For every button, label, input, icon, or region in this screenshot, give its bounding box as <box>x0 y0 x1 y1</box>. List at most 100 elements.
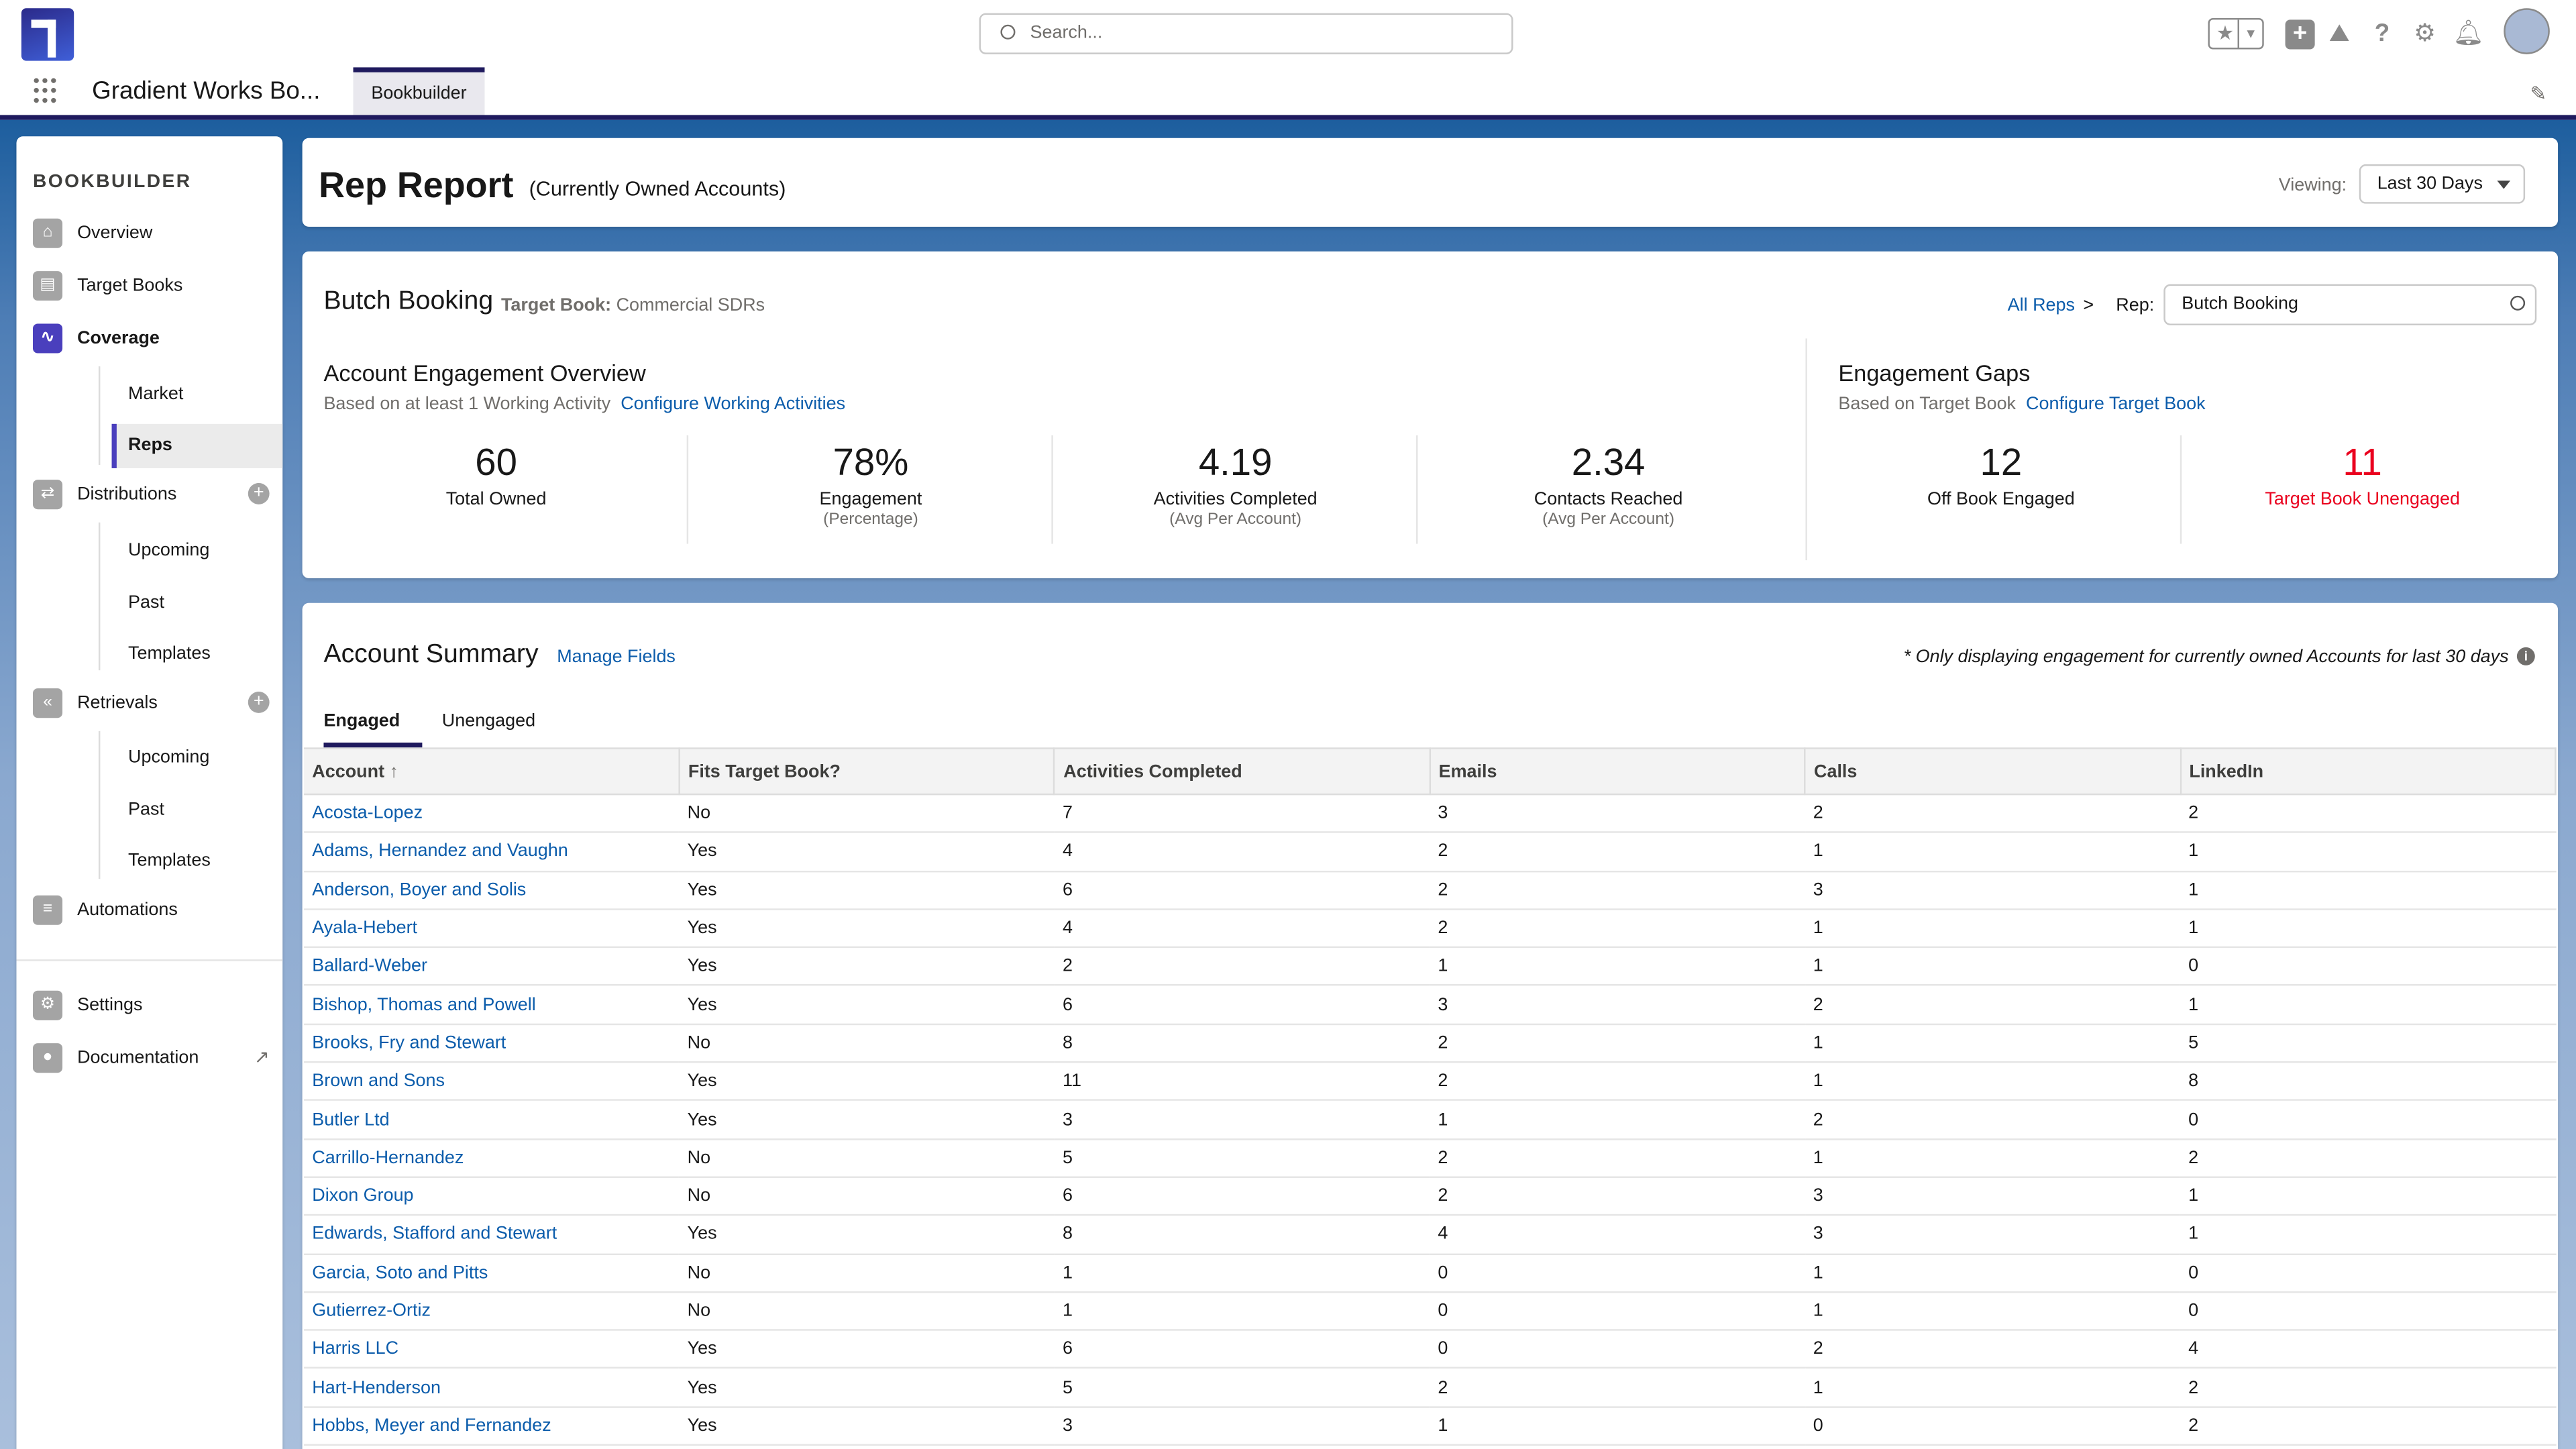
column-header[interactable]: Account ↑ <box>304 747 680 796</box>
account-link[interactable]: Harris LLC <box>304 1330 680 1370</box>
sidebar-item-reps[interactable]: Reps <box>111 423 283 468</box>
sidebar-item-dist-templates[interactable]: Templates <box>112 633 283 677</box>
label: Distributions <box>77 484 177 504</box>
add-icon[interactable]: + <box>2285 19 2315 50</box>
account-link[interactable]: Hobbs, Meyer and Fernandez <box>304 1406 680 1446</box>
account-link[interactable]: Edwards, Stafford and Stewart <box>304 1215 680 1254</box>
account-link[interactable]: Garcia, Soto and Pitts <box>304 1253 680 1293</box>
tab-unengaged[interactable]: Unengaged <box>442 711 535 731</box>
app-launcher-icon[interactable]: ●●● ●●● ●●● <box>33 76 62 107</box>
sidebar-item-settings[interactable]: ⚙ Settings <box>32 989 282 1022</box>
sidebar-item-distributions[interactable]: ⇄ Distributions + <box>32 478 282 511</box>
column-header[interactable]: Emails <box>1430 747 1806 796</box>
metric-label: Contacts Reached <box>1534 489 1683 510</box>
metric-activities: 4.19 Activities Completed (Avg Per Account… <box>1053 440 1418 529</box>
table-cell: 3 <box>1054 1406 1430 1446</box>
column-header[interactable]: Fits Target Book? <box>679 747 1056 796</box>
viewing-value: Last 30 Days <box>2377 174 2483 194</box>
tab-bookbuilder[interactable]: Bookbuilder <box>353 67 485 115</box>
account-link[interactable]: Brooks, Fry and Stewart <box>304 1024 680 1063</box>
rep-search-input[interactable]: Butch Booking <box>2163 284 2537 325</box>
search-icon <box>1000 24 1016 40</box>
sidebar-item-coverage[interactable]: ∿ Coverage <box>32 322 282 355</box>
search-icon <box>2510 295 2526 311</box>
column-header[interactable]: Activities Completed <box>1054 747 1431 796</box>
gaps-desc: Based on Target Book <box>1838 394 2017 415</box>
sidebar: BOOKBUILDER ⌂ Overview ▤ Target Books ∿ Cov… <box>16 136 283 1449</box>
account-link[interactable]: Acosta-Lopez <box>304 794 680 834</box>
add-retrieval-icon[interactable]: + <box>248 692 270 713</box>
summary-note: * Only displaying engagement for current… <box>1903 647 2509 667</box>
sidebar-item-overview[interactable]: ⌂ Overview <box>32 217 282 250</box>
all-reps-link[interactable]: All Reps <box>2008 296 2075 315</box>
column-header[interactable]: Calls <box>1805 747 2182 796</box>
gear-icon[interactable]: ⚙ <box>2410 19 2440 49</box>
account-link[interactable]: Dixon Group <box>304 1177 680 1216</box>
account-link[interactable]: Hart-Henderson <box>304 1368 680 1408</box>
account-link[interactable]: Ayala-Hebert <box>304 909 680 949</box>
bell-icon[interactable]: 🔔︎ <box>2453 19 2484 49</box>
metric-label: Activities Completed <box>1153 489 1318 510</box>
account-link[interactable]: Butler Ltd <box>304 1100 680 1140</box>
info-icon[interactable]: i <box>2516 647 2535 665</box>
table-cell: Yes <box>679 1062 1055 1102</box>
configure-working-activities-link[interactable]: Configure Working Activities <box>621 394 845 414</box>
configure-target-book-link[interactable]: Configure Target Book <box>2026 394 2206 414</box>
external-link-icon: ↗ <box>254 1048 270 1068</box>
sidebar-item-documentation[interactable]: ● Documentation ↗ <box>32 1042 282 1075</box>
table-cell: 6 <box>1054 985 1430 1025</box>
table-cell: 2 <box>1430 1368 1805 1408</box>
account-link[interactable]: Brown and Sons <box>304 1062 680 1102</box>
tab-engaged[interactable]: Engaged <box>323 711 423 748</box>
label: Overview <box>77 223 153 244</box>
sidebar-item-dist-past[interactable]: Past <box>112 582 283 626</box>
table-cell: 2 <box>1430 909 1805 949</box>
table-row: Hobbs, Meyer and Fernandez Yes 3 1 0 2 <box>304 1406 2556 1446</box>
table-cell: No <box>679 1253 1055 1293</box>
sidebar-item-market[interactable]: Market <box>112 373 283 417</box>
add-distribution-icon[interactable]: + <box>248 483 270 504</box>
manage-fields-link[interactable]: Manage Fields <box>557 647 676 667</box>
account-link[interactable]: Ballard-Weber <box>304 947 680 987</box>
table-cell: 2 <box>1054 947 1430 987</box>
table-cell: 0 <box>1430 1291 1805 1332</box>
account-link[interactable]: Bishop, Thomas and Powell <box>304 985 680 1025</box>
table-cell: No <box>679 1291 1055 1332</box>
account-link[interactable]: Adams, Hernandez and Vaughn <box>304 833 680 872</box>
target-book-value: Commercial SDRs <box>616 295 765 316</box>
table-row: Harris LLC Yes 6 0 2 4 <box>304 1330 2556 1370</box>
sidebar-item-retrievals[interactable]: « Retrievals + <box>32 687 282 720</box>
sidebar-item-automations[interactable]: ≡ Automations <box>32 894 282 926</box>
search-input[interactable]: Search... <box>979 13 1513 54</box>
sidebar-item-dist-upcoming[interactable]: Upcoming <box>112 529 283 574</box>
table-cell: Yes <box>679 1406 1055 1446</box>
help-icon[interactable]: ? <box>2367 19 2397 49</box>
edit-nav-icon[interactable]: ✎ <box>2530 82 2546 105</box>
table-cell: Yes <box>679 1330 1055 1370</box>
app-logo[interactable] <box>21 8 74 61</box>
account-link[interactable]: Carrillo-Hernandez <box>304 1138 680 1178</box>
column-header[interactable]: LinkedIn <box>2180 747 2557 796</box>
favorites-button[interactable]: ★ ▼ <box>2208 17 2264 50</box>
sidebar-item-ret-past[interactable]: Past <box>112 789 283 833</box>
account-link[interactable]: Anderson, Boyer and Solis <box>304 871 680 910</box>
trailhead-icon[interactable]: ⛰ <box>2324 19 2354 49</box>
table-row: Edwards, Stafford and Stewart Yes 8 4 3 1 <box>304 1215 2556 1254</box>
metric-sub: (Percentage) <box>823 511 918 529</box>
table-row: Bishop, Thomas and Powell Yes 6 3 2 1 <box>304 985 2556 1025</box>
distribute-icon: ⇄ <box>32 480 63 510</box>
table-cell: 1 <box>1805 909 2180 949</box>
sidebar-item-ret-templates[interactable]: Templates <box>112 839 283 883</box>
avatar[interactable] <box>2504 8 2550 54</box>
table-cell: 1 <box>1805 947 2180 987</box>
sidebar-item-target-books[interactable]: ▤ Target Books <box>32 270 282 303</box>
sort-ascending-icon[interactable]: ↑ <box>384 761 399 781</box>
account-link[interactable]: Gutierrez-Ortiz <box>304 1291 680 1332</box>
table-row: Acosta-Lopez No 7 3 2 2 <box>304 794 2556 834</box>
table-cell: Yes <box>679 1368 1055 1408</box>
viewing-select[interactable]: Last 30 Days <box>2359 164 2526 204</box>
table-cell: 4 <box>1054 909 1430 949</box>
table-cell: 1 <box>1054 1291 1430 1332</box>
sidebar-item-ret-upcoming[interactable]: Upcoming <box>112 736 283 780</box>
metric-target-unengaged: 11 Target Book Unengaged <box>2182 440 2543 509</box>
